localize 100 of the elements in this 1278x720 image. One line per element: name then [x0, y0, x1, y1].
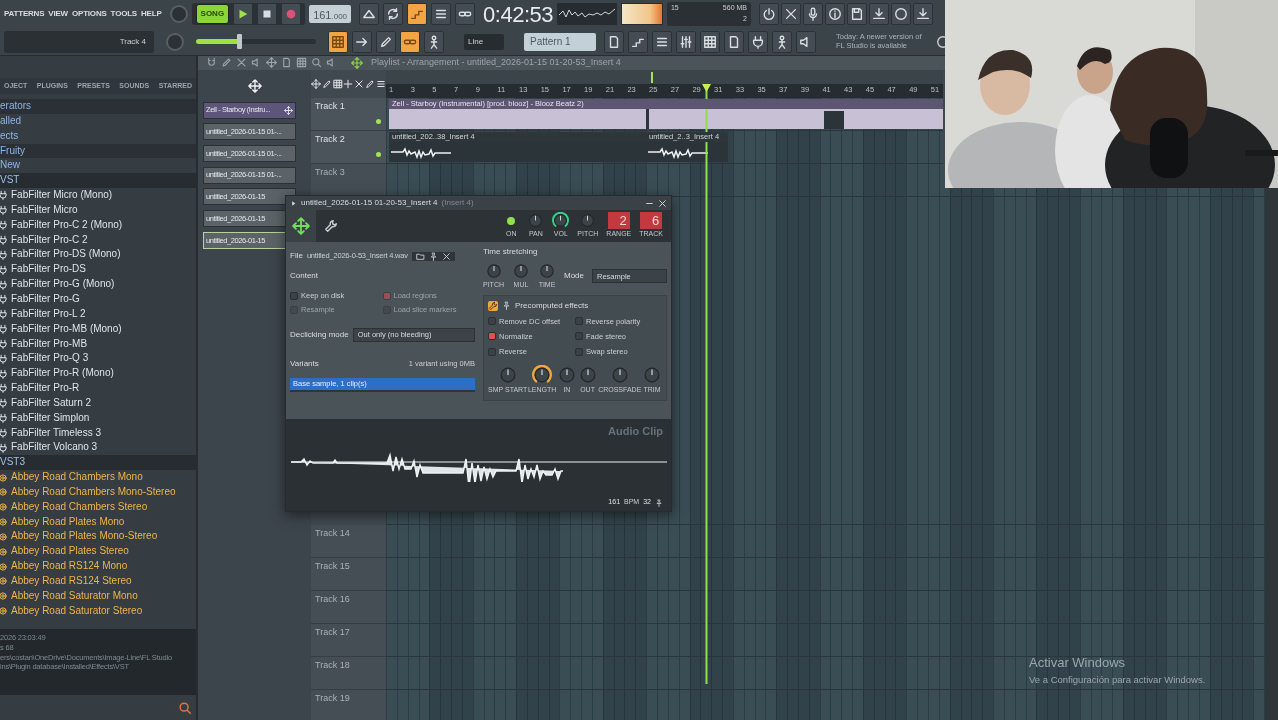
- track-header[interactable]: Track 1: [311, 97, 386, 131]
- toolbar-button[interactable]: [424, 30, 444, 53]
- record-button[interactable]: [281, 3, 302, 25]
- volume-handle[interactable]: [237, 34, 243, 49]
- checkbox[interactable]: [575, 347, 583, 356]
- snap-dropdown[interactable]: Line: [464, 33, 504, 50]
- knob[interactable]: [512, 262, 530, 280]
- toolbar-button[interactable]: [359, 3, 380, 25]
- toolbar-button[interactable]: [352, 30, 372, 53]
- toolbar-button[interactable]: [890, 3, 911, 25]
- browser-item[interactable]: FabFilter Timeless 3: [0, 425, 196, 441]
- toolbar-button[interactable]: [628, 30, 648, 53]
- checkbox[interactable]: [488, 332, 496, 341]
- toolbar-button[interactable]: [383, 3, 404, 25]
- track-header[interactable]: Track 2: [311, 130, 386, 164]
- toolbar-button[interactable]: [431, 3, 452, 25]
- toolbar-button[interactable]: [748, 30, 768, 53]
- toolbar-button[interactable]: [802, 3, 823, 25]
- browser-item[interactable]: ects: [0, 128, 196, 144]
- menu-item[interactable]: TOOLS: [110, 8, 137, 20]
- browser-item[interactable]: FabFilter Pro-MB (Mono): [0, 321, 196, 337]
- play-button[interactable]: [233, 3, 254, 25]
- scrollbar[interactable]: [1265, 188, 1278, 720]
- browser-item[interactable]: Abbey Road Plates Mono: [0, 514, 196, 530]
- browser-item[interactable]: erators: [0, 99, 196, 114]
- checkbox[interactable]: [290, 291, 298, 300]
- toolbar-button[interactable]: [407, 3, 428, 25]
- browser-item[interactable]: FabFilter Pro-Q 3: [0, 351, 196, 367]
- browser-item[interactable]: FabFilter Pro-DS: [0, 262, 196, 278]
- browser-item[interactable]: Fruity: [0, 143, 196, 159]
- browser-item[interactable]: FabFilter Pro-R: [0, 381, 196, 396]
- browser-item[interactable]: FabFilter Pro-C 2: [0, 232, 196, 248]
- toolbar-button[interactable]: [724, 30, 744, 53]
- toolbar-button[interactable]: [772, 30, 792, 53]
- toolbar-button[interactable]: [604, 30, 624, 53]
- browser-item[interactable]: VST3: [0, 455, 196, 471]
- knob[interactable]: [532, 365, 553, 386]
- track-header[interactable]: Track 19: [311, 689, 386, 720]
- browser-item[interactable]: VST: [0, 173, 196, 189]
- browser-item[interactable]: FabFilter Saturn 2: [0, 395, 196, 411]
- knob[interactable]: [552, 212, 570, 230]
- toolbar-button[interactable]: [796, 30, 816, 53]
- browser-item[interactable]: FabFilter Micro (Mono): [0, 188, 196, 203]
- toolbar-button[interactable]: [328, 30, 348, 53]
- stop-button[interactable]: [257, 3, 278, 25]
- browser-item[interactable]: FabFilter Pro-MB: [0, 336, 196, 352]
- power-led[interactable]: [507, 216, 516, 225]
- toolbar-button[interactable]: [700, 30, 720, 53]
- toolbar-button[interactable]: [912, 3, 933, 25]
- close-button[interactable]: [658, 198, 667, 208]
- track-header[interactable]: Track 15: [311, 557, 386, 591]
- toolbar-button[interactable]: [400, 30, 420, 53]
- browser-item[interactable]: Abbey Road Chambers Mono-Stereo: [0, 484, 196, 500]
- mode-toggle[interactable]: SONG: [195, 4, 230, 24]
- ring-icon: [0, 487, 8, 498]
- menu-item[interactable]: HELP: [141, 8, 162, 20]
- browser-item[interactable]: FabFilter Pro-R (Mono): [0, 366, 196, 382]
- browser-item[interactable]: Abbey Road Chambers Mono: [0, 470, 196, 485]
- browser-item[interactable]: FabFilter Pro-DS (Mono): [0, 247, 196, 263]
- toolbar-button[interactable]: [780, 3, 801, 25]
- browser-item[interactable]: FabFilter Pro-L 2: [0, 306, 196, 322]
- toolbar-button[interactable]: [652, 30, 672, 53]
- knob[interactable]: [538, 262, 556, 280]
- browser-item[interactable]: FabFilter Micro: [0, 202, 196, 218]
- browser-item[interactable]: FabFilter Simplon: [0, 410, 196, 426]
- browser-item[interactable]: Abbey Road RS124 Stereo: [0, 574, 196, 589]
- knob[interactable]: [484, 262, 503, 280]
- checkbox[interactable]: [575, 332, 583, 341]
- checkbox[interactable]: [575, 317, 583, 326]
- track-header[interactable]: Track 17: [311, 623, 386, 657]
- browser-item[interactable]: FabFilter Pro-G (Mono): [0, 277, 196, 292]
- browser-item[interactable]: FabFilter Pro-C 2 (Mono): [0, 217, 196, 233]
- menu-item[interactable]: VIEW: [48, 8, 68, 20]
- window-title: Playlist - Arrangement - untitled_2026-01-15 01-20-53_Insert 4: [371, 56, 621, 69]
- browser-item[interactable]: FabFilter Volcano 3: [0, 440, 196, 456]
- close-icon: [783, 7, 798, 21]
- browser-item[interactable]: Abbey Road Plates Stereo: [0, 544, 196, 560]
- browser-item[interactable]: Abbey Road Plates Mono-Stereo: [0, 529, 196, 545]
- menu-item[interactable]: PATTERNS: [4, 8, 45, 20]
- track-header[interactable]: Track 14: [311, 524, 386, 558]
- browser-item[interactable]: Abbey Road Saturator Mono: [0, 588, 196, 604]
- pattern-selector[interactable]: Pattern 1: [524, 32, 596, 51]
- checkbox[interactable]: [488, 347, 496, 356]
- browser-item[interactable]: FabFilter Pro-G: [0, 291, 196, 307]
- toolbar-button[interactable]: [758, 3, 779, 25]
- track-header[interactable]: Track 18: [311, 656, 386, 690]
- browser-item[interactable]: Abbey Road Saturator Stereo: [0, 603, 196, 619]
- toolbar-button[interactable]: [676, 30, 696, 53]
- checkbox[interactable]: [488, 317, 496, 326]
- menu-item[interactable]: OPTIONS: [72, 8, 107, 20]
- browser-item[interactable]: alled: [0, 113, 196, 129]
- toolbar-button[interactable]: [824, 3, 845, 25]
- browser-item[interactable]: Abbey Road Chambers Stereo: [0, 499, 196, 515]
- toolbar-button[interactable]: [455, 3, 476, 25]
- toolbar-button[interactable]: [868, 3, 889, 25]
- browser-item[interactable]: New: [0, 158, 196, 174]
- track-header[interactable]: Track 16: [311, 590, 386, 624]
- toolbar-button[interactable]: [376, 30, 396, 53]
- toolbar-button[interactable]: [846, 3, 867, 25]
- browser-item[interactable]: Abbey Road RS124 Mono: [0, 559, 196, 574]
